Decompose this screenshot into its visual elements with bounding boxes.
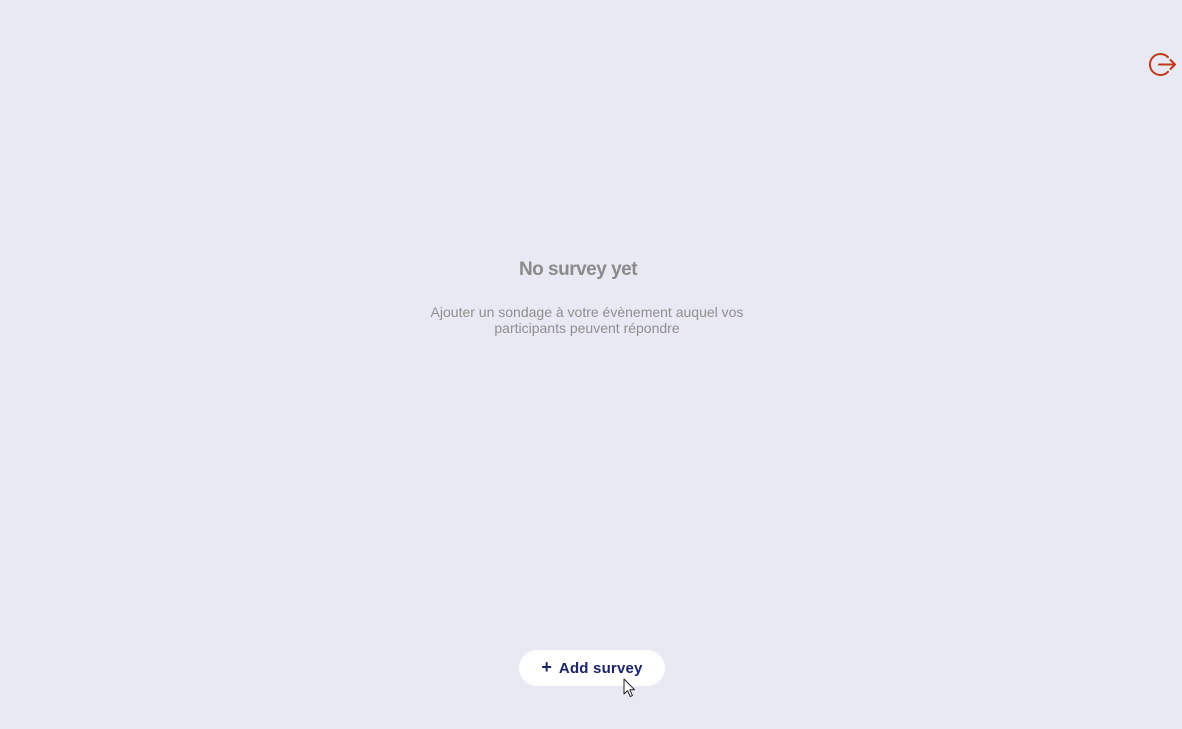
empty-state-description: Ajouter un sondage à votre évènement auq… [430,304,744,336]
empty-state-title: No survey yet [518,259,638,280]
logout-icon [1149,53,1176,76]
empty-state: No survey yet Ajouter un sondage à votre… [0,258,1182,336]
plus-icon: + [541,657,552,677]
logout-button[interactable] [1148,50,1177,79]
add-survey-button[interactable]: + Add survey [519,650,665,686]
add-survey-label: Add survey [558,659,643,677]
